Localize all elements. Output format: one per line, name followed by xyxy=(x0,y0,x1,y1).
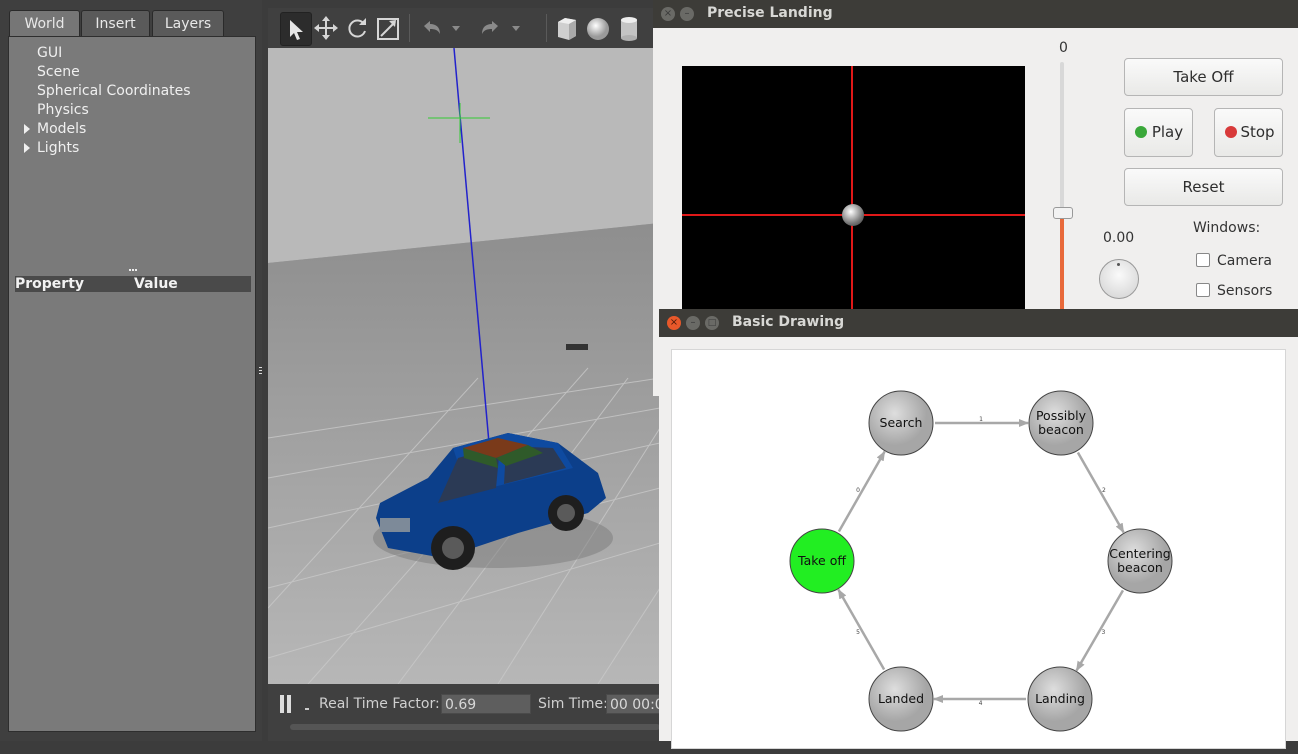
scene-render xyxy=(268,48,660,684)
value-column-header[interactable]: Value xyxy=(134,276,178,292)
undo-dropdown-icon[interactable] xyxy=(448,12,464,44)
precise-landing-title-bar[interactable]: × – Precise Landing xyxy=(653,0,1298,28)
drone-marker-icon xyxy=(842,204,864,226)
horizontal-scrollbar[interactable] xyxy=(290,724,660,730)
slider-max-label: 0 xyxy=(1059,40,1068,56)
toolbar-divider xyxy=(546,14,547,42)
state-label: Landing xyxy=(1035,691,1085,706)
tab-layers[interactable]: Layers xyxy=(152,10,224,36)
state-node-landing[interactable]: Landing xyxy=(1027,666,1093,732)
toolbar-divider xyxy=(409,14,410,42)
pause-icon[interactable] xyxy=(280,695,292,713)
transition-arrow-centering-beacon-to-landing xyxy=(1075,589,1125,672)
translate-icon[interactable] xyxy=(311,12,341,44)
window-title: Precise Landing xyxy=(707,5,833,21)
sim-time-field: 00 00:0 xyxy=(606,694,666,714)
state-label: beacon xyxy=(1038,422,1084,437)
transition-arrow-take-off-to-search xyxy=(837,450,886,533)
play-button[interactable]: Play xyxy=(1124,108,1193,157)
windows-label: Windows: xyxy=(1193,220,1261,236)
sphere-shape-icon[interactable] xyxy=(583,12,613,44)
redo-icon[interactable] xyxy=(476,12,506,44)
state-label: Take off xyxy=(797,553,846,568)
play-icon xyxy=(1135,126,1147,138)
expand-arrow-icon[interactable] xyxy=(24,124,30,134)
camera-checkbox[interactable] xyxy=(1196,253,1210,267)
state-machine-canvas: 012345 Search Possibly beacon Centering beac… xyxy=(671,349,1286,749)
tree-item-physics[interactable]: Physics xyxy=(37,102,89,118)
gazebo-left-panel: World Insert Layers GUI Scene Spherical … xyxy=(0,0,262,741)
maximize-icon[interactable]: □ xyxy=(705,316,719,330)
minimize-icon[interactable]: – xyxy=(680,7,694,21)
state-label: Centering xyxy=(1109,546,1170,561)
take-off-button[interactable]: Take Off xyxy=(1124,58,1283,96)
redo-dropdown-icon[interactable] xyxy=(508,12,524,44)
step-indicator xyxy=(305,708,309,710)
altitude-slider-handle[interactable] xyxy=(1053,207,1073,219)
rotation-dial[interactable] xyxy=(1099,259,1139,299)
3d-viewport[interactable] xyxy=(268,48,660,684)
stop-icon xyxy=(1225,126,1237,138)
sim-status-bar: Real Time Factor: 0.69 Sim Time: 00 00:0 xyxy=(268,684,666,741)
tab-insert[interactable]: Insert xyxy=(81,10,150,36)
box-shape-icon[interactable] xyxy=(552,12,582,44)
tree-item-gui[interactable]: GUI xyxy=(37,45,62,61)
transition-arrow-possibly-beacon-to-centering-beacon xyxy=(1076,451,1125,534)
tree-item-lights[interactable]: Lights xyxy=(37,140,79,156)
stop-button[interactable]: Stop xyxy=(1214,108,1283,157)
tab-world[interactable]: World xyxy=(9,10,80,36)
state-label: Search xyxy=(880,415,923,430)
transition-label: 0 xyxy=(856,487,860,494)
state-node-centering-beacon[interactable]: Centeringbeacon xyxy=(1107,528,1173,594)
close-icon[interactable]: × xyxy=(661,7,675,21)
property-column-header[interactable]: Property xyxy=(15,276,84,292)
undo-icon[interactable] xyxy=(416,12,446,44)
reset-button[interactable]: Reset xyxy=(1124,168,1283,206)
gazebo-toolbar xyxy=(268,8,660,48)
expand-arrow-icon[interactable] xyxy=(24,143,30,153)
basic-drawing-window: × – □ Basic Drawing 0 1 2 3 4 5 Search Possibl… xyxy=(659,309,1298,749)
transition-label: 3 xyxy=(1102,629,1106,636)
altitude-slider-track[interactable] xyxy=(1060,62,1064,212)
tree-item-spherical-coordinates[interactable]: Spherical Coordinates xyxy=(37,83,191,99)
window-title: Basic Drawing xyxy=(732,314,845,330)
scale-icon[interactable] xyxy=(373,12,403,44)
property-table-header: Property Value xyxy=(15,276,251,292)
camera-checkbox-label[interactable]: Camera xyxy=(1217,253,1272,269)
tree-item-models[interactable]: Models xyxy=(37,121,86,137)
transition-label: 4 xyxy=(979,700,983,707)
close-icon[interactable]: × xyxy=(667,316,681,330)
state-node-landed[interactable]: Landed xyxy=(868,666,934,732)
state-node-possibly-beacon[interactable]: Possiblybeacon xyxy=(1028,390,1094,456)
basic-drawing-title-bar[interactable]: × – □ Basic Drawing xyxy=(659,309,1298,337)
dial-value-label: 0.00 xyxy=(1103,230,1135,246)
state-label: beacon xyxy=(1117,560,1163,575)
sim-time-label: Sim Time: xyxy=(538,696,608,712)
state-label: Possibly xyxy=(1036,408,1087,423)
rtf-field: 0.69 xyxy=(441,694,531,714)
transition-label: 5 xyxy=(856,629,860,636)
tree-item-scene[interactable]: Scene xyxy=(37,64,80,80)
transition-arrow-landed-to-take-off xyxy=(837,588,886,671)
state-node-search[interactable]: Search xyxy=(868,390,934,456)
rtf-label: Real Time Factor: xyxy=(319,696,440,712)
sensors-checkbox[interactable] xyxy=(1196,283,1210,297)
panel-splitter-handle[interactable] xyxy=(258,360,264,380)
state-label: Landed xyxy=(878,691,924,706)
cylinder-shape-icon[interactable] xyxy=(614,12,644,44)
sensors-checkbox-label[interactable]: Sensors xyxy=(1217,283,1272,299)
transition-label: 2 xyxy=(1102,487,1106,494)
dial-notch xyxy=(1117,263,1120,266)
minimize-icon[interactable]: – xyxy=(686,316,700,330)
select-arrow-icon[interactable] xyxy=(280,12,312,46)
splitter-grip-icon[interactable] xyxy=(129,269,137,275)
transition-label: 1 xyxy=(979,416,983,423)
world-tree-panel: GUI Scene Spherical Coordinates Physics … xyxy=(8,36,256,732)
state-machine-diagram: 012345 Search PossiblybeaconCenteringbeac… xyxy=(789,390,1173,732)
rotate-icon[interactable] xyxy=(342,12,372,44)
state-node-take-off[interactable]: Take off xyxy=(789,528,855,594)
